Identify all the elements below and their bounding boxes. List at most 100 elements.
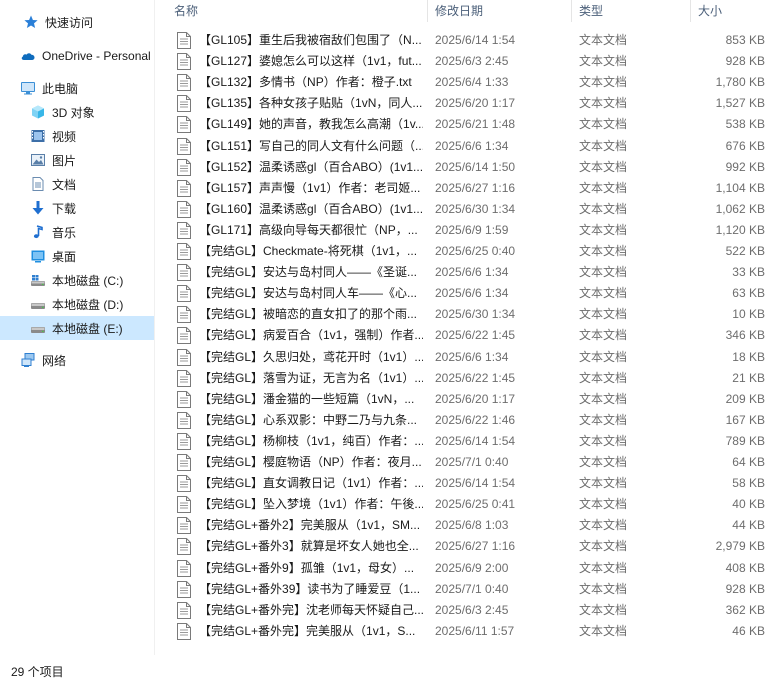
text-file-icon	[177, 285, 191, 303]
sidebar-item-drive-c[interactable]: 本地磁盘 (C:)	[0, 268, 154, 292]
file-type: 文本文档	[579, 265, 628, 280]
file-row[interactable]: 【完结GL】病爱百合（1v1，强制）作者... 2025/6/22 1:45 文本文…	[170, 325, 770, 346]
file-size: 2,979 KB	[715, 539, 765, 554]
file-modified-date: 2025/7/1 0:40	[435, 581, 509, 596]
column-resize-handle[interactable]	[427, 0, 428, 22]
sidebar-item-label: 本地磁盘 (E:)	[52, 321, 123, 336]
file-row[interactable]: 【完结GL+番外完】沈老师每天怀疑自己... 2025/6/3 2:45 文本文档 3…	[170, 600, 770, 621]
file-row[interactable]: 【完结GL】杨柳枝（1v1，纯百）作者：... 2025/6/14 1:54 文本文…	[170, 431, 770, 452]
file-size: 64 KB	[732, 455, 765, 469]
file-row[interactable]: 【完结GL】坠入梦境（1v1）作者：午後... 2025/6/25 0:41 文本文…	[170, 494, 770, 515]
column-header-name[interactable]: 名称	[174, 0, 424, 20]
file-size: 676 KB	[725, 138, 765, 153]
file-modified-date: 2025/6/21 1:48	[435, 117, 516, 132]
network-icon	[20, 352, 36, 368]
file-row[interactable]: 【GL152】温柔诱惑gl（百合ABO）(1v1... 2025/6/14 1:5…	[170, 157, 770, 178]
sidebar-item-onedrive[interactable]: OneDrive - Personal	[0, 44, 154, 68]
sidebar-item-drive-e[interactable]: 本地磁盘 (E:)	[0, 316, 154, 340]
file-size: 58 KB	[732, 476, 765, 491]
file-row[interactable]: 【完结GL+番外3】就算是坏女人她也全... 2025/6/27 1:16 文本文档…	[170, 536, 770, 557]
file-type: 文本文档	[579, 75, 628, 90]
file-row[interactable]: 【完结GL】直女调教日记（1v1）作者：... 2025/6/14 1:54 文本文…	[170, 473, 770, 494]
file-row[interactable]: 【完结GL】久思归处，鸢花开时（1v1）... 2025/6/6 1:34 文本文档…	[170, 347, 770, 368]
pane-divider[interactable]	[154, 0, 155, 655]
file-name: 【完结GL】被暗恋的直女扣了的那个雨...	[199, 307, 418, 322]
sidebar-item-3d-objects[interactable]: 3D 对象	[0, 100, 154, 124]
file-row[interactable]: 【完结GL】落雪为证，无言为名（1v1）... 2025/6/22 1:45 文本文…	[170, 368, 770, 389]
file-row[interactable]: 【完结GL+番外39】读书为了睡爱豆（1... 2025/7/1 0:40 文本文档…	[170, 579, 770, 600]
file-type: 文本文档	[579, 96, 628, 111]
file-size: 21 KB	[732, 370, 765, 385]
text-file-icon	[177, 369, 191, 387]
file-row[interactable]: 【完结GL】安达与岛村同人车——《心... 2025/6/6 1:34 文本文档 63…	[170, 283, 770, 304]
sidebar-item-pictures[interactable]: 图片	[0, 148, 154, 172]
file-row[interactable]: 【完结GL+番外完】完美服从（1v1，S... 2025/6/11 1:57 文本文…	[170, 621, 770, 642]
sidebar-item-label: 音乐	[52, 225, 77, 240]
sidebar-item-network[interactable]: 网络	[0, 348, 154, 372]
file-name: 【完结GL】直女调教日记（1v1）作者：...	[199, 476, 423, 491]
file-modified-date: 2025/6/14 1:50	[435, 159, 516, 174]
file-modified-date: 2025/6/20 1:17	[435, 391, 516, 406]
file-row[interactable]: 【GL160】温柔诱惑gl（百合ABO）(1v1... 2025/6/30 1:3…	[170, 199, 770, 220]
file-modified-date: 2025/6/8 1:03	[435, 518, 509, 533]
file-name: 【GL135】各种女孩子贴贴（1vN，同人...	[199, 96, 423, 111]
file-name: 【GL171】高级向导每天都很忙（NP，...	[199, 222, 418, 237]
file-type: 文本文档	[579, 581, 628, 596]
file-row[interactable]: 【完结GL+番外2】完美服从（1v1，SM... 2025/6/8 1:03 文本文…	[170, 515, 770, 536]
file-size: 209 KB	[725, 391, 765, 406]
file-name: 【完结GL+番外3】就算是坏女人她也全...	[199, 539, 419, 554]
file-row[interactable]: 【GL132】多情书（NP）作者：橙子.txt 2025/6/4 1:33 文本文档…	[170, 72, 770, 93]
file-size: 10 KB	[732, 307, 765, 322]
file-modified-date: 2025/6/20 1:17	[435, 96, 516, 111]
file-name: 【完结GL】久思归处，鸢花开时（1v1）...	[199, 349, 423, 364]
file-name: 【完结GL+番外9】孤雏（1v1，母女）...	[199, 560, 415, 575]
column-header-size[interactable]: 大小	[698, 0, 768, 20]
file-row[interactable]: 【GL157】声声慢（1v1）作者：老司姬... 2025/6/27 1:16 文本…	[170, 178, 770, 199]
sidebar-item-videos[interactable]: 视频	[0, 124, 154, 148]
file-row[interactable]: 【完结GL】被暗恋的直女扣了的那个雨... 2025/6/30 1:34 文本文档 1…	[170, 304, 770, 325]
file-type: 文本文档	[579, 54, 628, 69]
file-modified-date: 2025/6/27 1:16	[435, 180, 516, 195]
file-row[interactable]: 【完结GL】心系双影：中野二乃与九条... 2025/6/22 1:46 文本文档 1…	[170, 410, 770, 431]
sidebar-item-desktop[interactable]: 桌面	[0, 244, 154, 268]
sidebar-item-drive-d[interactable]: 本地磁盘 (D:)	[0, 292, 154, 316]
column-resize-handle[interactable]	[571, 0, 572, 22]
file-row[interactable]: 【GL127】婆媳怎么可以这样（1v1，fut... 2025/6/3 2:45 文…	[170, 51, 770, 72]
file-row[interactable]: 【GL135】各种女孩子贴贴（1vN，同人... 2025/6/20 1:17 文本…	[170, 93, 770, 114]
sidebar-item-music[interactable]: 音乐	[0, 220, 154, 244]
sidebar-item-documents[interactable]: 文档	[0, 172, 154, 196]
text-file-icon	[177, 601, 191, 619]
file-row[interactable]: 【完结GL】樱庭物语（NP）作者：夜月... 2025/7/1 0:40 文本文档 6…	[170, 452, 770, 473]
column-header-date[interactable]: 修改日期	[435, 0, 565, 20]
file-size: 167 KB	[725, 412, 765, 427]
file-size: 408 KB	[725, 560, 765, 575]
file-name: 【完结GL】落雪为证，无言为名（1v1）...	[199, 370, 423, 385]
file-size: 44 KB	[732, 518, 765, 533]
file-row[interactable]: 【完结GL】安达与岛村同人——《圣诞... 2025/6/6 1:34 文本文档 33…	[170, 262, 770, 283]
documents-icon	[30, 176, 46, 192]
file-name: 【GL152】温柔诱惑gl（百合ABO）(1v1...	[199, 159, 423, 174]
text-file-icon	[177, 390, 191, 408]
file-row[interactable]: 【GL149】她的声音，教我怎么高潮（1v... 2025/6/21 1:48 文本…	[170, 114, 770, 135]
column-resize-handle[interactable]	[690, 0, 691, 22]
file-type: 文本文档	[579, 180, 628, 195]
file-row[interactable]: 【GL105】重生后我被宿敌们包围了（N... 2025/6/14 1:54 文本文…	[170, 30, 770, 51]
sidebar-item-quick-access[interactable]: 快速访问	[0, 10, 154, 34]
column-header-type[interactable]: 类型	[579, 0, 684, 20]
file-modified-date: 2025/6/30 1:34	[435, 201, 516, 216]
file-modified-date: 2025/6/6 1:34	[435, 138, 509, 153]
file-row[interactable]: 【GL151】写自己的同人文有什么问题（... 2025/6/6 1:34 文本文档…	[170, 136, 770, 157]
file-row[interactable]: 【完结GL+番外9】孤雏（1v1，母女）... 2025/6/9 2:00 文本文档…	[170, 558, 770, 579]
file-row[interactable]: 【完结GL】潘金猫的一些短篇（1vN，... 2025/6/20 1:17 文本文档…	[170, 389, 770, 410]
file-size: 1,527 KB	[715, 96, 765, 111]
sidebar-item-downloads[interactable]: 下载	[0, 196, 154, 220]
file-row[interactable]: 【完结GL】Checkmate-将死棋（1v1，... 2025/6/25 0:4…	[170, 241, 770, 262]
sidebar-item-this-pc[interactable]: 此电脑	[0, 76, 154, 100]
file-modified-date: 2025/6/14 1:54	[435, 33, 516, 47]
text-file-icon	[177, 327, 191, 345]
windows-drive-icon	[30, 272, 46, 288]
file-modified-date: 2025/6/3 2:45	[435, 602, 509, 617]
file-modified-date: 2025/6/27 1:16	[435, 539, 516, 554]
file-name: 【GL105】重生后我被宿敌们包围了（N...	[199, 33, 422, 47]
file-row[interactable]: 【GL171】高级向导每天都很忙（NP，... 2025/6/9 1:59 文本文档…	[170, 220, 770, 241]
